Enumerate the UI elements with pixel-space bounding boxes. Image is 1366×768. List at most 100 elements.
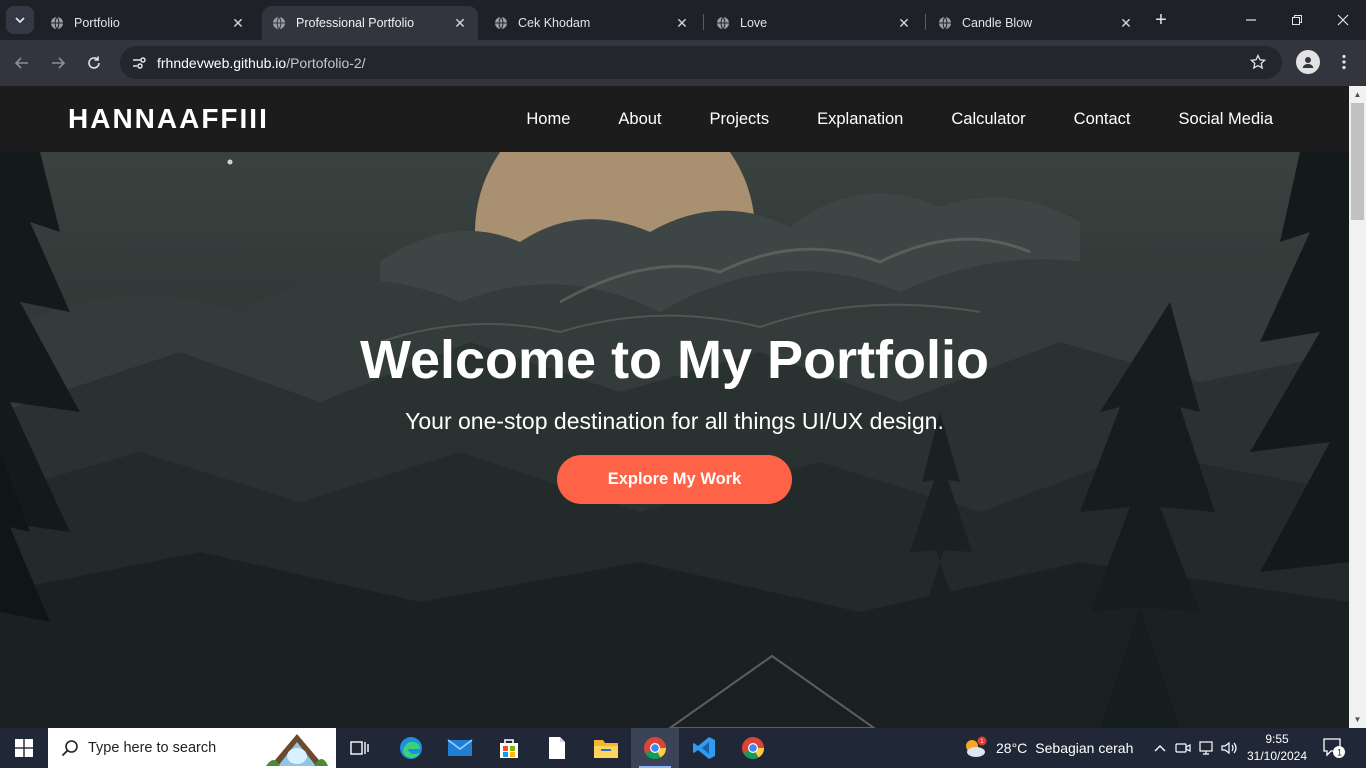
- nav-link-contact[interactable]: Contact: [1074, 110, 1131, 129]
- search-highlight-illustration-icon: [266, 734, 328, 766]
- tab-title: Portfolio: [74, 16, 120, 30]
- site-menu: Home About Projects Explanation Calculat…: [526, 110, 1273, 129]
- mail-app[interactable]: [436, 728, 484, 768]
- profile-avatar-icon[interactable]: [1296, 50, 1320, 74]
- store-app[interactable]: [485, 728, 533, 768]
- site-logo[interactable]: HANNAAFFIII: [68, 103, 269, 135]
- browser-tab-strip: Portfolio ✕ Professional Portfolio ✕ Cek…: [0, 0, 1366, 40]
- notification-icon: 1: [1323, 738, 1345, 758]
- tab-love[interactable]: Love ✕: [706, 6, 922, 40]
- clock-date: 31/10/2024: [1246, 749, 1308, 763]
- site-navbar: HANNAAFFIII Home About Projects Explanat…: [0, 86, 1349, 152]
- start-button[interactable]: [0, 728, 48, 768]
- explore-my-work-button[interactable]: Explore My Work: [557, 455, 792, 504]
- nav-link-social-media[interactable]: Social Media: [1179, 110, 1273, 129]
- chrome-icon: [644, 737, 666, 759]
- url-text: frhndevweb.github.io/Portofolio-2/: [157, 55, 366, 71]
- edge-icon: [400, 737, 422, 759]
- tab-separator: [925, 14, 926, 30]
- close-tab-icon[interactable]: ✕: [1118, 15, 1134, 31]
- minimize-icon: [1246, 19, 1256, 21]
- close-tab-icon[interactable]: ✕: [896, 15, 912, 31]
- restore-icon: [1292, 15, 1302, 25]
- kebab-menu-icon[interactable]: [1334, 50, 1354, 74]
- store-icon: [500, 739, 518, 758]
- new-tab-button[interactable]: +: [1150, 10, 1172, 32]
- meet-now-camera-icon[interactable]: [1173, 738, 1193, 758]
- tab-search-button[interactable]: [6, 6, 34, 34]
- chrome-app[interactable]: [729, 728, 777, 768]
- globe-icon: [939, 16, 951, 30]
- windows-logo-icon: [15, 739, 33, 757]
- tab-portfolio[interactable]: Portfolio ✕: [40, 6, 256, 40]
- notepad-icon: [549, 737, 565, 759]
- restore-button[interactable]: [1274, 0, 1320, 40]
- hero-background-illustration: [0, 152, 1349, 728]
- bookmark-star-icon[interactable]: [1248, 52, 1268, 72]
- close-tab-icon[interactable]: ✕: [452, 15, 468, 31]
- globe-icon: [51, 16, 63, 30]
- tab-separator: [703, 14, 704, 30]
- volume-icon[interactable]: [1220, 738, 1240, 758]
- hero-section: Welcome to My Portfolio Your one-stop de…: [0, 152, 1349, 728]
- show-hidden-icons-chevron-up-icon[interactable]: [1150, 738, 1170, 758]
- nav-link-explanation[interactable]: Explanation: [817, 110, 903, 129]
- url-path: /Portofolio-2/: [286, 55, 366, 71]
- weather-temperature: 28°C: [996, 740, 1028, 756]
- nav-link-about[interactable]: About: [618, 110, 661, 129]
- reload-button[interactable]: [80, 49, 108, 77]
- site-info-icon[interactable]: [128, 52, 150, 74]
- system-clock[interactable]: 9:55 31/10/2024: [1245, 731, 1309, 765]
- task-view-button[interactable]: [336, 728, 384, 768]
- globe-icon: [273, 16, 285, 30]
- hero-title: Welcome to My Portfolio: [359, 330, 990, 390]
- back-button[interactable]: [8, 49, 36, 77]
- url-host: frhndevweb.github.io: [157, 55, 287, 71]
- page-scrollbar[interactable]: ▲ ▼: [1349, 86, 1366, 728]
- reload-icon: [88, 56, 100, 69]
- windows-taskbar: Type here to search 1 28°C Sebagian cera…: [0, 728, 1366, 768]
- taskbar-search-box[interactable]: Type here to search: [48, 728, 336, 768]
- tab-title: Cek Khodam: [518, 16, 591, 30]
- clock-time: 9:55: [1265, 732, 1289, 746]
- notepad-app[interactable]: [533, 728, 581, 768]
- search-icon: [61, 740, 78, 757]
- scroll-up-arrow-icon[interactable]: ▲: [1349, 86, 1366, 103]
- mail-icon: [447, 739, 473, 756]
- close-icon: [1337, 14, 1349, 26]
- chrome-icon: [742, 737, 764, 759]
- chevron-down-icon: [15, 17, 25, 24]
- tab-title: Love: [740, 16, 768, 30]
- weather-description: Sebagian cerah: [1035, 740, 1134, 756]
- weather-widget[interactable]: 1 28°C Sebagian cerah: [962, 728, 1133, 768]
- forward-button[interactable]: [44, 49, 72, 77]
- vscode-app[interactable]: [680, 728, 728, 768]
- browser-toolbar: frhndevweb.github.io/Portofolio-2/: [0, 40, 1366, 86]
- arrow-right-icon: [52, 57, 66, 69]
- close-window-button[interactable]: [1320, 0, 1366, 40]
- network-icon[interactable]: [1197, 738, 1217, 758]
- tab-professional-portfolio[interactable]: Professional Portfolio ✕: [262, 6, 478, 40]
- arrow-left-icon: [14, 57, 28, 69]
- minimize-button[interactable]: [1228, 0, 1274, 40]
- scroll-down-arrow-icon[interactable]: ▼: [1349, 711, 1366, 728]
- tab-title: Candle Blow: [962, 16, 1033, 30]
- search-placeholder: Type here to search: [88, 740, 217, 756]
- scroll-thumb[interactable]: [1351, 103, 1364, 220]
- file-explorer-app[interactable]: [582, 728, 630, 768]
- globe-icon: [495, 16, 507, 30]
- notification-center-button[interactable]: 1: [1322, 737, 1346, 759]
- tab-cek-khodam[interactable]: Cek Khodam ✕: [484, 6, 700, 40]
- chrome-app-active[interactable]: [631, 728, 679, 768]
- edge-app[interactable]: [387, 728, 435, 768]
- vscode-icon: [693, 737, 715, 759]
- nav-link-projects[interactable]: Projects: [710, 110, 770, 129]
- task-view-icon: [350, 741, 369, 755]
- tab-title: Professional Portfolio: [296, 16, 415, 30]
- nav-link-calculator[interactable]: Calculator: [951, 110, 1025, 129]
- nav-link-home[interactable]: Home: [526, 110, 570, 129]
- close-tab-icon[interactable]: ✕: [230, 15, 246, 31]
- close-tab-icon[interactable]: ✕: [674, 15, 690, 31]
- tab-candle-blow[interactable]: Candle Blow ✕: [928, 6, 1144, 40]
- address-bar[interactable]: frhndevweb.github.io/Portofolio-2/: [120, 46, 1282, 79]
